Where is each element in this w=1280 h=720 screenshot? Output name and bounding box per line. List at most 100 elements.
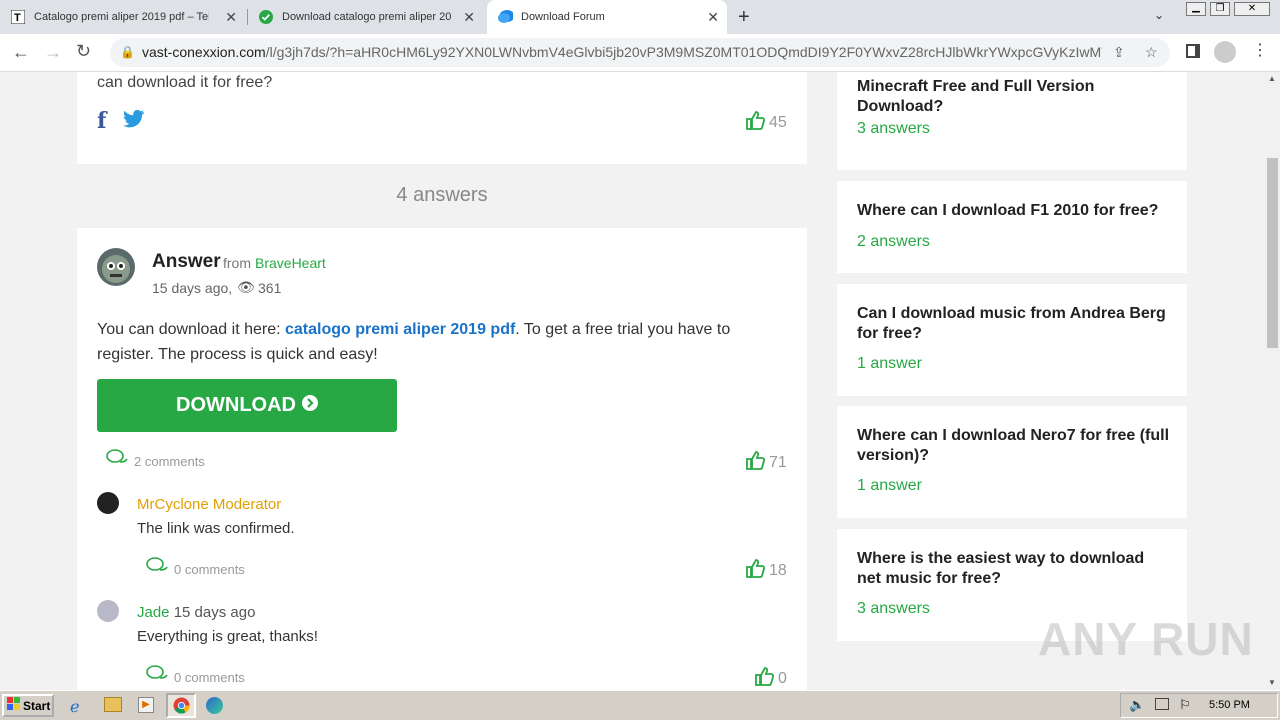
- comment-avatar: [97, 492, 119, 514]
- comment-text: The link was confirmed.: [137, 520, 295, 537]
- side-panel-icon[interactable]: [1186, 44, 1200, 58]
- like-count: 18: [769, 561, 787, 579]
- facebook-icon[interactable]: f: [97, 108, 106, 134]
- comment-role: Moderator: [212, 496, 282, 513]
- scroll-down-icon[interactable]: ▼: [1268, 678, 1276, 687]
- new-tab-plus-icon[interactable]: +: [738, 6, 750, 29]
- thumbs-up-icon: [745, 558, 766, 583]
- answer-views: 361: [258, 280, 282, 296]
- answer-author-link[interactable]: BraveHeart: [255, 255, 326, 271]
- eye-icon: 👁: [237, 279, 255, 295]
- telegraph-icon: T: [10, 9, 26, 25]
- network-icon[interactable]: [1155, 698, 1169, 710]
- related-question-answers[interactable]: 3 answers: [857, 600, 930, 618]
- forward-arrow-icon[interactable]: →: [44, 42, 62, 63]
- related-question-answers[interactable]: 1 answer: [857, 355, 922, 373]
- restore-icon[interactable]: ❐: [1210, 2, 1230, 16]
- minimize-icon[interactable]: ▁: [1186, 2, 1206, 16]
- download-link[interactable]: catalogo premi aliper 2019 pdf: [285, 321, 515, 338]
- thumbs-up-icon: [745, 450, 766, 475]
- share-icon[interactable]: ⇪: [1113, 38, 1125, 67]
- reload-icon[interactable]: ↻: [76, 41, 91, 62]
- comment-like[interactable]: 18: [745, 558, 787, 583]
- comment-avatar: [97, 600, 119, 622]
- folder-icon[interactable]: [104, 697, 122, 712]
- edge-icon[interactable]: [206, 697, 223, 714]
- question-like[interactable]: 45: [745, 110, 787, 135]
- comment-author-name: MrCyclone: [137, 496, 209, 513]
- ie-icon[interactable]: ℯ: [70, 697, 79, 717]
- scroll-up-icon[interactable]: ▲: [1268, 74, 1276, 83]
- comment-author[interactable]: Jade 15 days ago: [137, 604, 255, 621]
- windows-logo-icon: [7, 697, 21, 714]
- comments-count: 2 comments: [134, 454, 205, 469]
- anyrun-watermark: ANY RUN: [1038, 612, 1254, 666]
- comments-icon: [106, 448, 130, 471]
- question-card: can download it for free? f 45: [77, 72, 807, 164]
- scrollbar-thumb[interactable]: [1267, 158, 1278, 348]
- flag-icon[interactable]: ⚐: [1179, 697, 1191, 713]
- comments-count: 0 comments: [174, 670, 245, 685]
- comments-count: 0 comments: [174, 562, 245, 577]
- media-player-icon[interactable]: ▶: [138, 697, 154, 713]
- related-question-title[interactable]: Minecraft Free and Full Version Download…: [857, 77, 1172, 117]
- browser-toolbar: ← → ↻ 🔒 vast-conexxion.com/l/g3jh7ds/?h=…: [0, 34, 1280, 72]
- tab-label: Download catalogo premi aliper 2019: [282, 11, 452, 23]
- comment-author-name: Jade: [137, 604, 170, 621]
- answer-like[interactable]: 71: [745, 450, 787, 475]
- download-button-label: DOWNLOAD: [176, 394, 296, 416]
- download-button[interactable]: DOWNLOAD: [97, 379, 397, 432]
- comment-comments-toggle[interactable]: 0 comments: [146, 664, 245, 687]
- related-question-title[interactable]: Where can I download Nero7 for free (ful…: [857, 426, 1172, 466]
- tab-search-chevron-icon[interactable]: ⌄: [1154, 8, 1164, 22]
- related-question-answers[interactable]: 1 answer: [857, 477, 922, 495]
- watermark-text: ANY RUN: [1038, 613, 1254, 665]
- url-path: /l/g3jh7ds/?h=aHR0cHM6Ly92YXN0LWNvbmV4eG…: [265, 44, 1102, 60]
- bookmark-star-icon[interactable]: ☆: [1145, 38, 1158, 67]
- close-tab-icon[interactable]: ✕: [225, 9, 237, 25]
- like-count: 45: [769, 113, 787, 131]
- tab-label: Download Forum: [521, 11, 605, 23]
- related-question-card[interactable]: Minecraft Free and Full Version Download…: [837, 72, 1187, 170]
- window-controls: ▁ ❐ ✕: [1186, 2, 1276, 18]
- lock-icon: 🔒: [120, 45, 135, 59]
- clock[interactable]: 5:50 PM: [1209, 699, 1250, 711]
- close-window-icon[interactable]: ✕: [1234, 2, 1270, 16]
- author-avatar: [97, 248, 135, 286]
- related-question-title[interactable]: Where can I download F1 2010 for free?: [857, 201, 1172, 221]
- address-bar[interactable]: 🔒 vast-conexxion.com/l/g3jh7ds/?h=aHR0cH…: [110, 38, 1170, 67]
- tab-telegraph[interactable]: T Catalogo premi aliper 2019 pdf – Tele …: [10, 0, 245, 34]
- close-tab-icon[interactable]: ✕: [463, 9, 475, 25]
- page-viewport: can download it for free? f 45 4 answers…: [0, 72, 1265, 690]
- related-question-answers[interactable]: 3 answers: [857, 120, 930, 138]
- comment-author[interactable]: MrCyclone Moderator: [137, 496, 281, 513]
- chrome-taskbar-button[interactable]: [166, 693, 196, 718]
- svg-text:T: T: [14, 12, 21, 24]
- chrome-icon: [173, 697, 190, 719]
- answers-count: 4 answers: [396, 184, 488, 206]
- comment-like[interactable]: 0: [754, 666, 787, 690]
- related-question-title[interactable]: Where is the easiest way to download net…: [857, 549, 1172, 589]
- tab-download-catalogo[interactable]: Download catalogo premi aliper 2019 ✕: [258, 0, 483, 34]
- answer-from-label: from: [223, 255, 251, 271]
- twitter-icon[interactable]: [123, 108, 145, 133]
- volume-icon[interactable]: 🔈: [1129, 697, 1145, 713]
- related-question-title[interactable]: Can I download music from Andrea Berg fo…: [857, 304, 1172, 344]
- answer-comments-toggle[interactable]: 2 comments: [106, 448, 205, 471]
- start-button[interactable]: Start: [2, 694, 54, 717]
- tab-download-forum[interactable]: Download Forum ✕: [487, 0, 727, 34]
- close-tab-icon[interactable]: ✕: [707, 9, 719, 25]
- thumbs-up-icon: [754, 666, 775, 690]
- page-scrollbar[interactable]: ▲ ▼: [1265, 72, 1280, 690]
- related-question-answers[interactable]: 2 answers: [857, 233, 930, 251]
- related-question-card[interactable]: Can I download music from Andrea Berg fo…: [837, 284, 1187, 396]
- back-arrow-icon[interactable]: ←: [12, 42, 30, 63]
- comment-time: 15 days ago: [173, 604, 256, 621]
- profile-avatar-icon[interactable]: [1214, 41, 1236, 63]
- tab-label: Catalogo premi aliper 2019 pdf – Tele: [34, 11, 209, 23]
- related-question-card[interactable]: Where can I download F1 2010 for free? 2…: [837, 181, 1187, 273]
- comment-comments-toggle[interactable]: 0 comments: [146, 556, 245, 579]
- like-count: 71: [769, 453, 787, 471]
- related-question-card[interactable]: Where can I download Nero7 for free (ful…: [837, 406, 1187, 518]
- menu-kebab-icon[interactable]: ⋮: [1252, 40, 1268, 60]
